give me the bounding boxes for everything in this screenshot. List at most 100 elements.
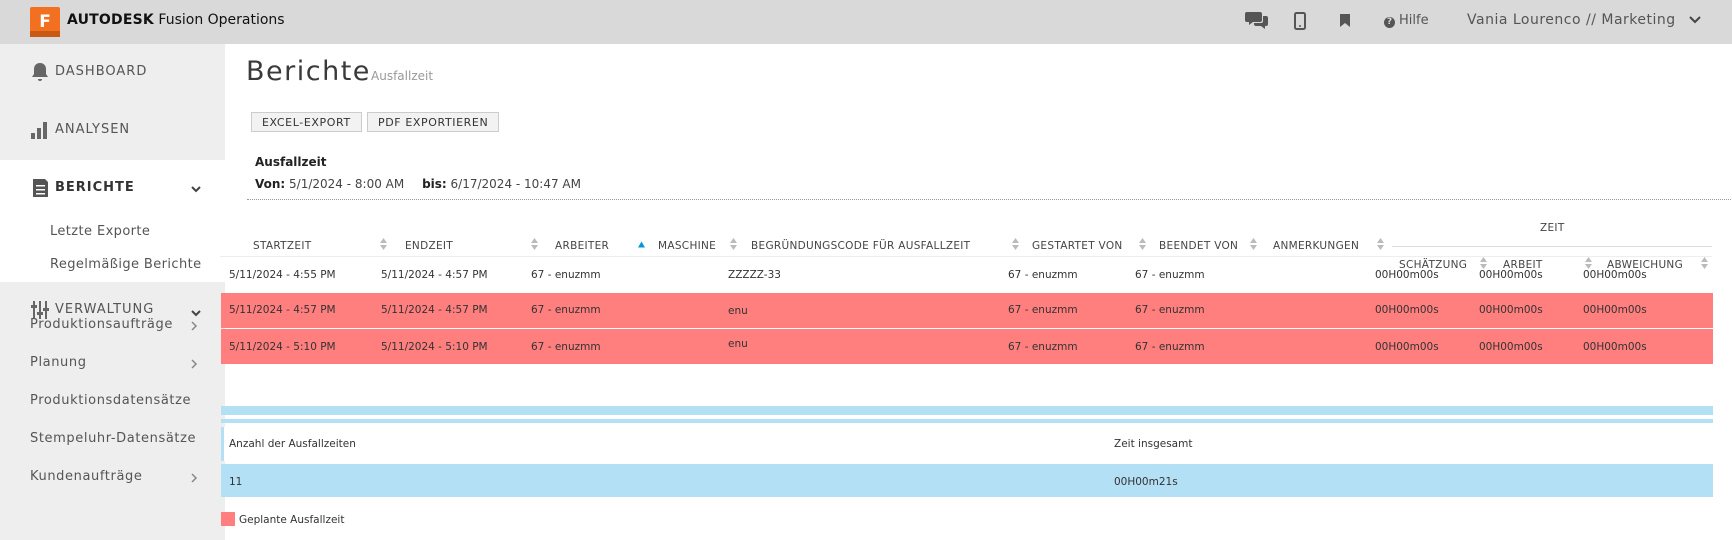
zeit-divider <box>1392 246 1712 247</box>
cell-estimate: 00H00m00s <box>1375 269 1439 281</box>
excel-export-button[interactable]: EXCEL-EXPORT <box>251 112 362 132</box>
legend-swatch-planned <box>221 512 235 526</box>
sidebar-item-stempeluhr-datensaetze[interactable]: Stempeluhr-Datensätze <box>0 419 225 461</box>
table-row-planned[interactable]: 5/11/2024 - 5:10 PM 5/11/2024 - 5:10 PM … <box>221 329 1713 364</box>
report-title: Ausfallzeit <box>255 155 327 169</box>
cell-started-by: 67 - enuzmm <box>1008 341 1078 353</box>
mobile-icon[interactable] <box>1294 12 1306 30</box>
to-label: bis: <box>422 177 447 191</box>
cell-work: 00H00m00s <box>1479 341 1543 353</box>
sidebar-item-label: BERICHTE <box>55 180 135 195</box>
sidebar-item-label: DASHBOARD <box>55 64 148 79</box>
column-header-arbeiter[interactable]: ARBEITER <box>555 240 609 252</box>
sort-icon[interactable] <box>1139 238 1146 250</box>
user-menu[interactable]: Vania Lourenco // Marketing <box>1467 12 1676 28</box>
cell-deviation: 00H00m00s <box>1583 341 1647 353</box>
help-label: Hilfe <box>1399 13 1429 28</box>
column-header-maschine[interactable]: MASCHINE <box>658 240 716 252</box>
section-label: Produktionsdatensätze <box>30 393 192 408</box>
cell-start: 5/11/2024 - 4:57 PM <box>229 304 336 316</box>
cell-ended-by: 67 - enuzmm <box>1135 304 1205 316</box>
from-value: 5/1/2024 - 8:00 AM <box>289 177 405 191</box>
to-value: 6/17/2024 - 10:47 AM <box>450 177 581 191</box>
table-row[interactable]: 5/11/2024 - 4:55 PM 5/11/2024 - 4:57 PM … <box>221 257 1713 292</box>
chat-icon[interactable] <box>1245 10 1269 30</box>
sidebar-item-analysen[interactable]: ANALYSEN <box>0 102 225 160</box>
sort-icon[interactable] <box>1250 238 1257 250</box>
column-header-endzeit[interactable]: ENDZEIT <box>405 240 453 252</box>
fusion-logo-icon[interactable]: F <box>30 7 60 37</box>
summary-row: 11 00H00m21s <box>221 464 1713 497</box>
sort-icon[interactable] <box>531 238 538 250</box>
section-label: Kundenaufträge <box>30 469 143 484</box>
summary-total-label: Zeit insgesamt <box>1114 438 1193 450</box>
cell-reason: enu <box>728 305 748 317</box>
sort-icon[interactable] <box>380 238 387 250</box>
help-link[interactable]: ? Hilfe <box>1384 13 1429 28</box>
main-content: Berichte Ausfallzeit EXCEL-EXPORT PDF EX… <box>220 44 1732 540</box>
pdf-export-button[interactable]: PDF EXPORTIEREN <box>367 112 500 132</box>
sidebar-item-label: ANALYSEN <box>55 122 131 137</box>
table-row-planned[interactable]: 5/11/2024 - 4:57 PM 5/11/2024 - 4:57 PM … <box>221 293 1713 328</box>
chevron-right-icon <box>191 321 198 331</box>
sort-ascending-icon[interactable] <box>638 239 645 251</box>
page-subtitle: Ausfallzeit <box>371 69 434 83</box>
sidebar-item-planung[interactable]: Planung <box>0 343 225 385</box>
sidebar: DASHBOARD ANALYSEN BERICHTE Letzte Expor… <box>0 44 225 540</box>
sidebar-subitem-regelmaessige-berichte[interactable]: Regelmäßige Berichte <box>0 249 225 282</box>
top-bar: F AUTODESK Fusion Operations ? Hilfe Vani… <box>0 0 1732 44</box>
summary-separator <box>221 419 1713 423</box>
date-range: Von: 5/1/2024 - 8:00 AM bis: 6/17/2024 -… <box>255 177 581 191</box>
chevron-right-icon <box>191 359 198 369</box>
cell-reason: ZZZZZ-33 <box>728 269 781 281</box>
from-label: Von: <box>255 177 286 191</box>
summary-count-label: Anzahl der Ausfallzeiten <box>229 438 356 450</box>
chevron-down-icon[interactable] <box>1688 13 1702 27</box>
cell-reason: enu <box>728 338 748 350</box>
sort-icon[interactable] <box>730 238 737 250</box>
bookmark-icon[interactable] <box>1339 13 1351 28</box>
cell-end: 5/11/2024 - 5:10 PM <box>381 341 488 353</box>
summary-count-value: 11 <box>229 476 243 488</box>
cell-work: 00H00m00s <box>1479 304 1543 316</box>
sidebar-item-berichte[interactable]: BERICHTE <box>0 160 225 218</box>
divider <box>247 199 1732 200</box>
sidebar-item-produktionsauftraege[interactable]: Produktionsaufträge <box>0 305 225 347</box>
cell-start: 5/11/2024 - 5:10 PM <box>229 341 336 353</box>
report-icon <box>33 179 48 197</box>
section-label: Produktionsaufträge <box>30 317 173 332</box>
summary-header: Anzahl der Ausfallzeiten Zeit insgesamt <box>221 427 1713 461</box>
sidebar-item-kundenauftraege[interactable]: Kundenaufträge <box>0 457 225 499</box>
summary-separator <box>221 406 1713 415</box>
column-group-zeit: ZEIT <box>1540 222 1565 234</box>
section-label: Planung <box>30 355 87 370</box>
sidebar-item-dashboard[interactable]: DASHBOARD <box>0 44 225 102</box>
brand-bold: AUTODESK <box>67 12 154 28</box>
cell-worker: 67 - enuzmm <box>531 341 601 353</box>
bell-icon <box>32 63 48 81</box>
column-header-begruendungscode[interactable]: BEGRÜNDUNGSCODE FÜR AUSFALLZEIT <box>751 240 970 252</box>
sort-icon[interactable] <box>1012 238 1019 250</box>
help-icon: ? <box>1384 17 1395 28</box>
bar-chart-icon <box>31 122 47 139</box>
column-header-startzeit[interactable]: STARTZEIT <box>253 240 311 252</box>
cell-estimate: 00H00m00s <box>1375 304 1439 316</box>
cell-end: 5/11/2024 - 4:57 PM <box>381 304 488 316</box>
cell-ended-by: 67 - enuzmm <box>1135 269 1205 281</box>
cell-worker: 67 - enuzmm <box>531 304 601 316</box>
column-header-anmerkungen[interactable]: ANMERKUNGEN <box>1273 240 1359 252</box>
cell-ended-by: 67 - enuzmm <box>1135 341 1205 353</box>
chevron-right-icon <box>191 473 198 483</box>
page-title: Berichte <box>246 56 371 87</box>
column-header-beendet-von[interactable]: BEENDET VON <box>1159 240 1238 252</box>
cell-start: 5/11/2024 - 4:55 PM <box>229 269 336 281</box>
sidebar-item-produktionsdatensaetze[interactable]: Produktionsdatensätze <box>0 381 225 423</box>
column-header-gestartet-von[interactable]: GESTARTET VON <box>1032 240 1123 252</box>
subitem-label: Regelmäßige Berichte <box>50 257 202 272</box>
section-label: Stempeluhr-Datensätze <box>30 431 197 446</box>
cell-end: 5/11/2024 - 4:57 PM <box>381 269 488 281</box>
sidebar-subitem-letzte-exporte[interactable]: Letzte Exporte <box>0 216 225 249</box>
legend-label-planned: Geplante Ausfallzeit <box>239 514 345 526</box>
chevron-down-icon <box>191 186 201 193</box>
sort-icon[interactable] <box>1377 238 1384 250</box>
